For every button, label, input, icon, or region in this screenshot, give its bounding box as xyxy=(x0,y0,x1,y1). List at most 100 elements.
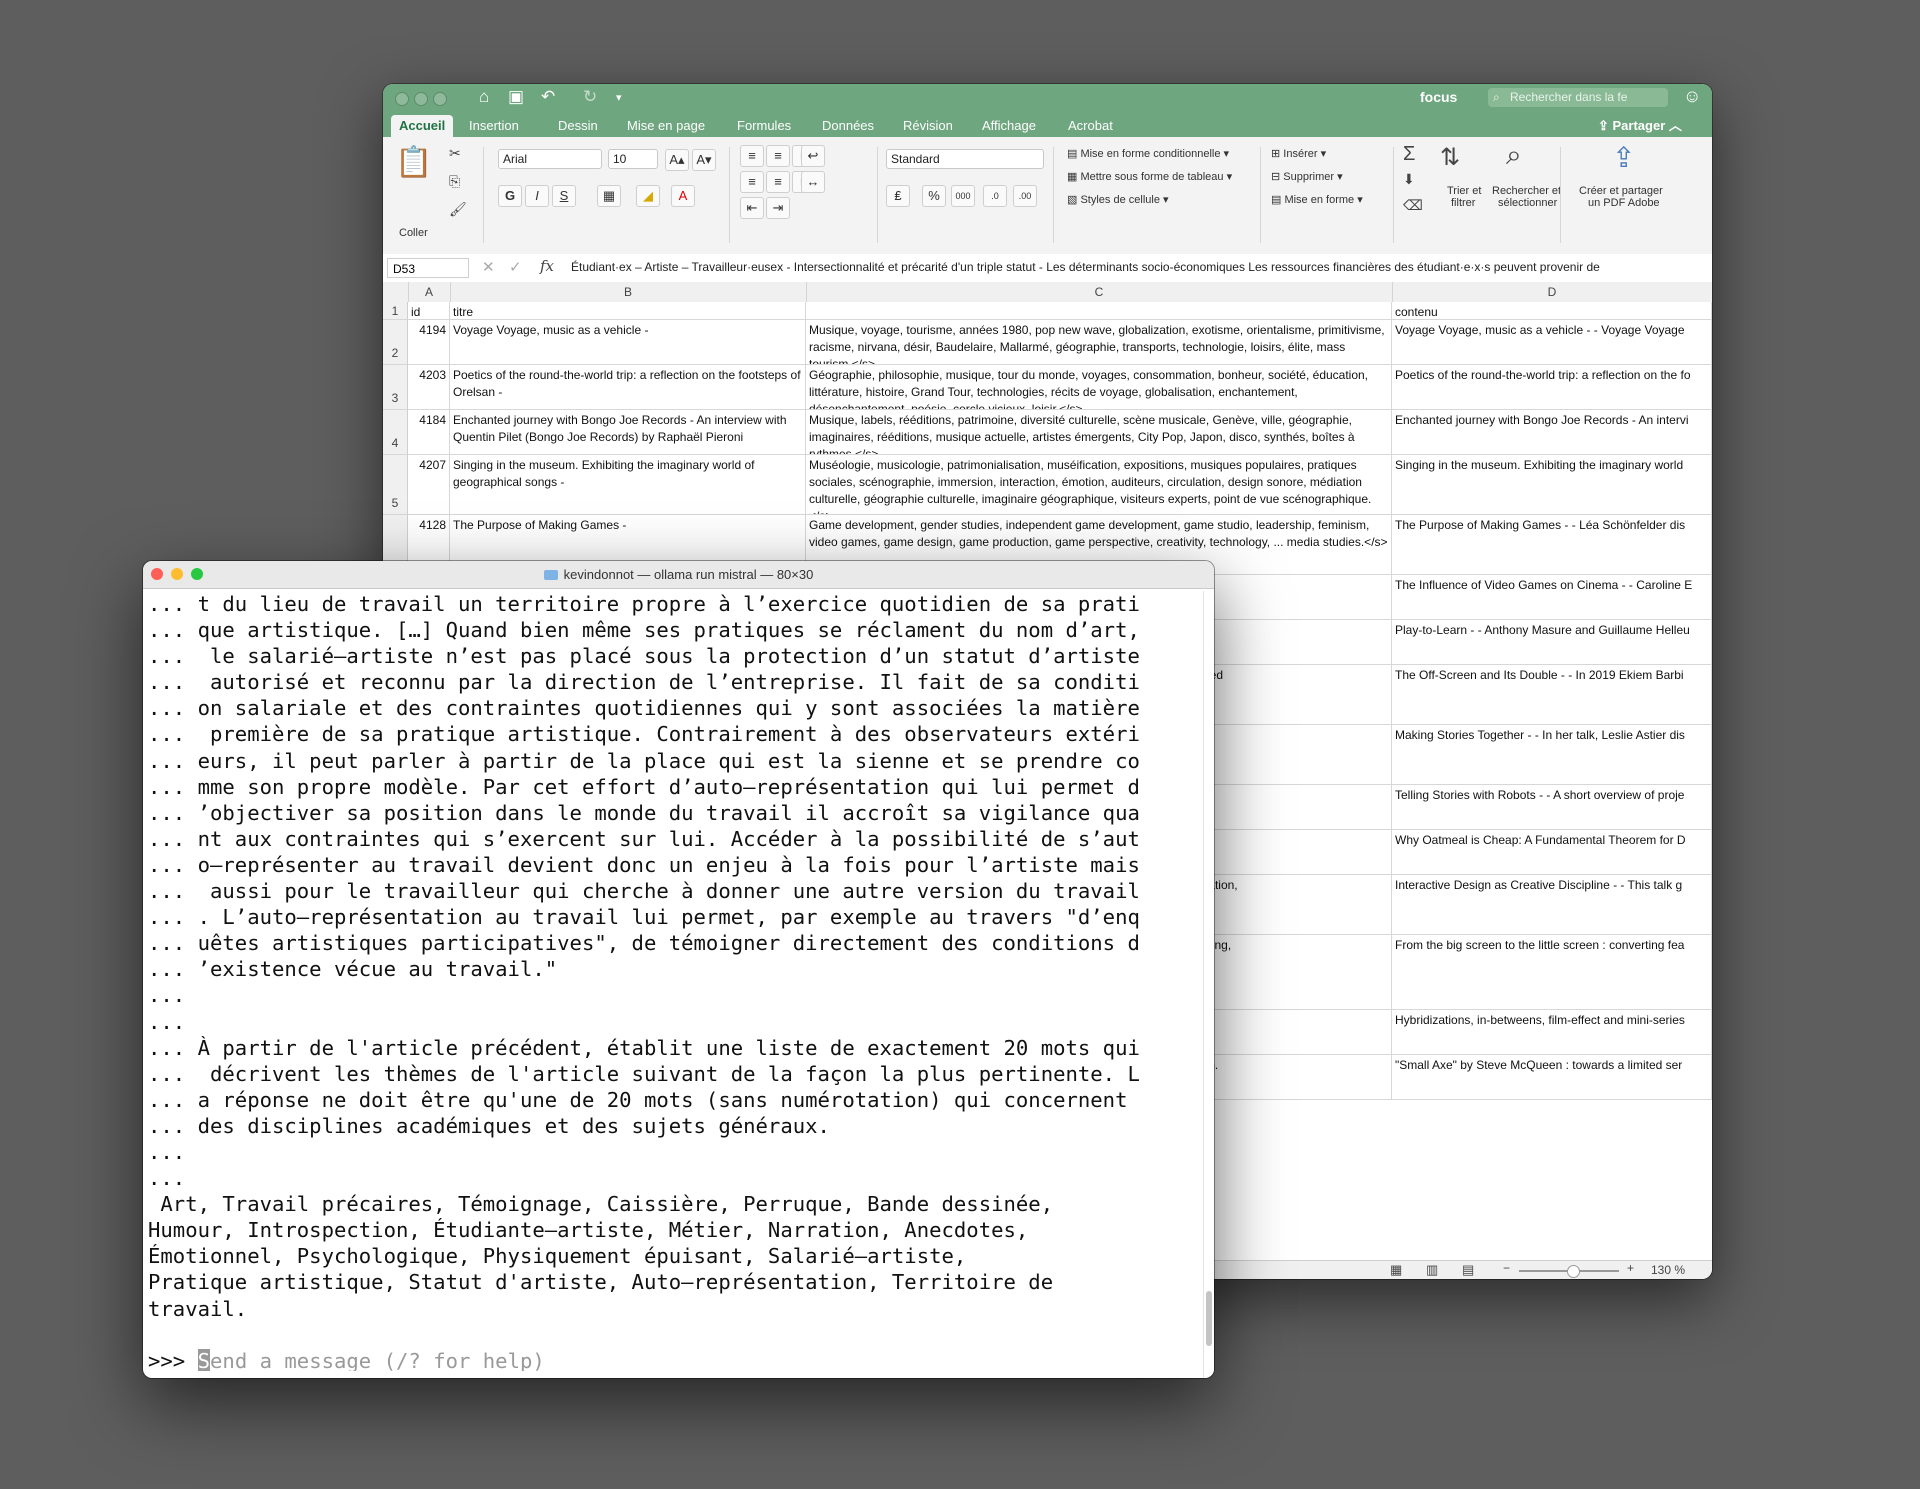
cell-b[interactable]: Singing in the museum. Exhibiting the im… xyxy=(450,455,806,515)
cell-d[interactable]: contenu xyxy=(1392,302,1712,320)
row-header[interactable]: 3 xyxy=(383,365,408,410)
cell-c[interactable] xyxy=(806,302,1392,320)
merge-cells-icon[interactable]: ↔ xyxy=(801,171,825,193)
terminal-output[interactable]: ... t du lieu de travail un territoire p… xyxy=(148,591,1188,1371)
tab-acrobat[interactable]: Acrobat xyxy=(1060,115,1121,137)
row-header[interactable]: 2 xyxy=(383,320,408,365)
cell-b[interactable]: Poetics of the round-the-world trip: a r… xyxy=(450,365,806,410)
format-as-table-button[interactable]: ▦ Mettre sous forme de tableau ▾ xyxy=(1067,170,1232,183)
tab-revision[interactable]: Révision xyxy=(895,115,961,137)
clear-icon[interactable]: ⌫ xyxy=(1403,197,1423,214)
zoom-in-button[interactable]: + xyxy=(1627,1261,1634,1275)
select-all-corner[interactable] xyxy=(383,282,409,302)
close-window-button[interactable] xyxy=(151,568,163,580)
formula-input[interactable]: Étudiant·ex – Artiste – Travailleur·euse… xyxy=(571,260,1691,274)
cell-d[interactable]: Making Stories Together - - In her talk,… xyxy=(1392,725,1712,785)
column-header-a[interactable]: A xyxy=(408,282,451,302)
font-color-icon[interactable]: A xyxy=(671,185,695,207)
cell-d[interactable]: Play-to-Learn - - Anthony Masure and Gui… xyxy=(1392,620,1712,665)
page-layout-view-icon[interactable]: ▥ xyxy=(1426,1262,1438,1278)
cell-d[interactable]: Enchanted journey with Bongo Joe Records… xyxy=(1392,410,1712,455)
tab-mise-en-page[interactable]: Mise en page xyxy=(619,115,713,137)
cell-styles-button[interactable]: ▧ Styles de cellule ▾ xyxy=(1067,193,1169,206)
cell-d[interactable]: The Influence of Video Games on Cinema -… xyxy=(1392,575,1712,620)
customize-toolbar-icon[interactable]: ▾ xyxy=(616,91,622,104)
tab-formules[interactable]: Formules xyxy=(729,115,799,137)
search-sheet-input[interactable]: ⌕ Rechercher dans la fe xyxy=(1488,88,1668,107)
align-top-icon[interactable]: ≡ xyxy=(740,145,764,167)
cell-d[interactable]: Why Oatmeal is Cheap: A Fundamental Theo… xyxy=(1392,830,1712,875)
page-break-view-icon[interactable]: ▤ xyxy=(1462,1262,1474,1278)
user-icon[interactable]: ☺ xyxy=(1683,86,1701,107)
tab-affichage[interactable]: Affichage xyxy=(974,115,1044,137)
fill-color-icon[interactable]: ◢ xyxy=(636,185,660,207)
cell-d[interactable]: The Purpose of Making Games - - Léa Schö… xyxy=(1392,515,1712,575)
paste-icon[interactable]: 📋 xyxy=(395,145,432,180)
close-window-button[interactable] xyxy=(395,92,409,106)
number-format-select[interactable]: Standard xyxy=(886,149,1044,169)
cell-a[interactable]: id xyxy=(408,302,450,320)
tab-accueil[interactable]: Accueil xyxy=(391,115,454,137)
scrollbar-thumb[interactable] xyxy=(1206,1291,1212,1346)
format-cells-button[interactable]: ▤ Mise en forme ▾ xyxy=(1271,193,1363,206)
row-header[interactable]: 5 xyxy=(383,455,408,515)
redo-icon[interactable]: ↻ xyxy=(583,87,597,107)
format-painter-icon[interactable]: 🖌 xyxy=(449,201,467,218)
fill-icon[interactable]: ⬇ xyxy=(1403,171,1415,188)
insert-function-icon[interactable]: fx xyxy=(540,257,554,275)
italic-button[interactable]: I xyxy=(525,185,549,207)
cell-c[interactable]: Géographie, philosophie, musique, tour d… xyxy=(806,365,1392,410)
autosum-icon[interactable]: Σ xyxy=(1403,143,1415,166)
cancel-edit-icon[interactable]: ✕ xyxy=(482,258,495,276)
align-middle-icon[interactable]: ≡ xyxy=(766,145,790,167)
increase-decimal-icon[interactable]: .0 xyxy=(983,185,1007,207)
cell-b[interactable]: Enchanted journey with Bongo Joe Records… xyxy=(450,410,806,455)
column-header-c[interactable]: C xyxy=(806,282,1393,302)
wrap-text-icon[interactable]: ↩ xyxy=(801,145,825,167)
zoom-window-button[interactable] xyxy=(433,92,447,106)
cell-c[interactable]: Muséologie, musicologie, patrimonialisat… xyxy=(806,455,1392,515)
align-center-icon[interactable]: ≡ xyxy=(766,171,790,193)
cell-d[interactable]: Poetics of the round-the-world trip: a r… xyxy=(1392,365,1712,410)
name-box[interactable]: D53 xyxy=(387,258,469,278)
font-name-select[interactable]: Arial xyxy=(498,149,602,169)
column-header-d[interactable]: D xyxy=(1392,282,1712,302)
save-icon[interactable]: ▣ xyxy=(508,87,524,107)
cell-a[interactable]: 4194 xyxy=(408,320,450,365)
terminal-prompt[interactable]: >>> Send a message (/? for help) xyxy=(148,1348,1188,1371)
find-select-icon[interactable]: ⌕ xyxy=(1506,139,1522,172)
zoom-out-button[interactable]: − xyxy=(1503,1261,1510,1275)
cell-d[interactable]: Hybridizations, in-betweens, film-effect… xyxy=(1392,1010,1712,1055)
delete-cells-button[interactable]: ⊟ Supprimer ▾ xyxy=(1271,170,1343,183)
cell-d[interactable]: The Off-Screen and Its Double - - In 201… xyxy=(1392,665,1712,725)
tab-donnees[interactable]: Données xyxy=(814,115,882,137)
cell-a[interactable]: 4203 xyxy=(408,365,450,410)
cell-a[interactable]: 4184 xyxy=(408,410,450,455)
cell-d[interactable]: Voyage Voyage, music as a vehicle - - Vo… xyxy=(1392,320,1712,365)
cell-c[interactable]: Musique, labels, rééditions, patrimoine,… xyxy=(806,410,1392,455)
cell-d[interactable]: Interactive Design as Creative Disciplin… xyxy=(1392,875,1712,935)
normal-view-icon[interactable]: ▦ xyxy=(1390,1262,1402,1278)
accounting-icon[interactable]: ₤ xyxy=(886,185,910,207)
cell-b[interactable]: titre xyxy=(450,302,806,320)
decrease-indent-icon[interactable]: ⇤ xyxy=(740,197,764,219)
zoom-slider-thumb[interactable] xyxy=(1567,1265,1580,1278)
percent-button[interactable]: % xyxy=(922,185,946,207)
confirm-edit-icon[interactable]: ✓ xyxy=(509,258,522,276)
row-header[interactable]: 1 xyxy=(383,302,408,320)
increase-indent-icon[interactable]: ⇥ xyxy=(766,197,790,219)
bold-button[interactable]: G xyxy=(498,185,522,207)
zoom-slider[interactable] xyxy=(1519,1265,1619,1278)
borders-icon[interactable]: ▦ xyxy=(597,185,621,207)
insert-cells-button[interactable]: ⊞ Insérer ▾ xyxy=(1271,147,1326,160)
column-header-b[interactable]: B xyxy=(450,282,807,302)
copy-icon[interactable]: ⎘ xyxy=(449,173,460,190)
cut-icon[interactable]: ✂ xyxy=(449,145,461,162)
font-size-select[interactable]: 10 xyxy=(608,149,658,169)
undo-icon[interactable]: ↶ xyxy=(541,87,555,107)
cell-d[interactable]: From the big screen to the little screen… xyxy=(1392,935,1712,1010)
sort-filter-icon[interactable]: ⇅ xyxy=(1440,143,1460,172)
cell-a[interactable]: 4207 xyxy=(408,455,450,515)
conditional-format-button[interactable]: ▤ Mise en forme conditionnelle ▾ xyxy=(1067,147,1229,160)
decrease-font-button[interactable]: A▾ xyxy=(692,149,716,171)
